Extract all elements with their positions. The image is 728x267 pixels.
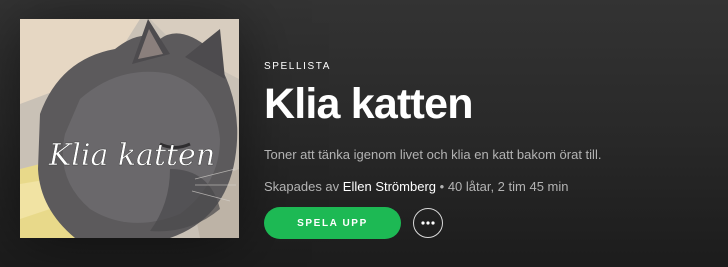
created-by-label: Skapades av	[264, 179, 340, 194]
playlist-meta: Skapades av Ellen Strömberg • 40 låtar, …	[264, 178, 714, 196]
playlist-info: SPELLISTA Klia katten Toner att tänka ig…	[264, 56, 714, 196]
playlist-stats: 40 låtar, 2 tim 45 min	[447, 179, 569, 194]
more-options-button[interactable]	[413, 208, 443, 238]
playlist-actions: SPELA UPP	[264, 207, 443, 239]
owner-link[interactable]: Ellen Strömberg	[343, 179, 436, 194]
playlist-description: Toner att tänka igenom livet och klia en…	[264, 147, 602, 162]
playlist-cover-image[interactable]: Klia katten	[20, 19, 239, 238]
play-button[interactable]: SPELA UPP	[264, 207, 401, 239]
meta-separator: •	[439, 179, 448, 194]
cover-lettering: Klia katten	[48, 138, 215, 173]
playlist-header: Klia katten SPELLISTA Klia katten Toner …	[0, 0, 728, 267]
ellipsis-icon	[421, 221, 435, 225]
playlist-type-label: SPELLISTA	[264, 61, 332, 72]
playlist-title: Klia katten	[264, 80, 473, 128]
